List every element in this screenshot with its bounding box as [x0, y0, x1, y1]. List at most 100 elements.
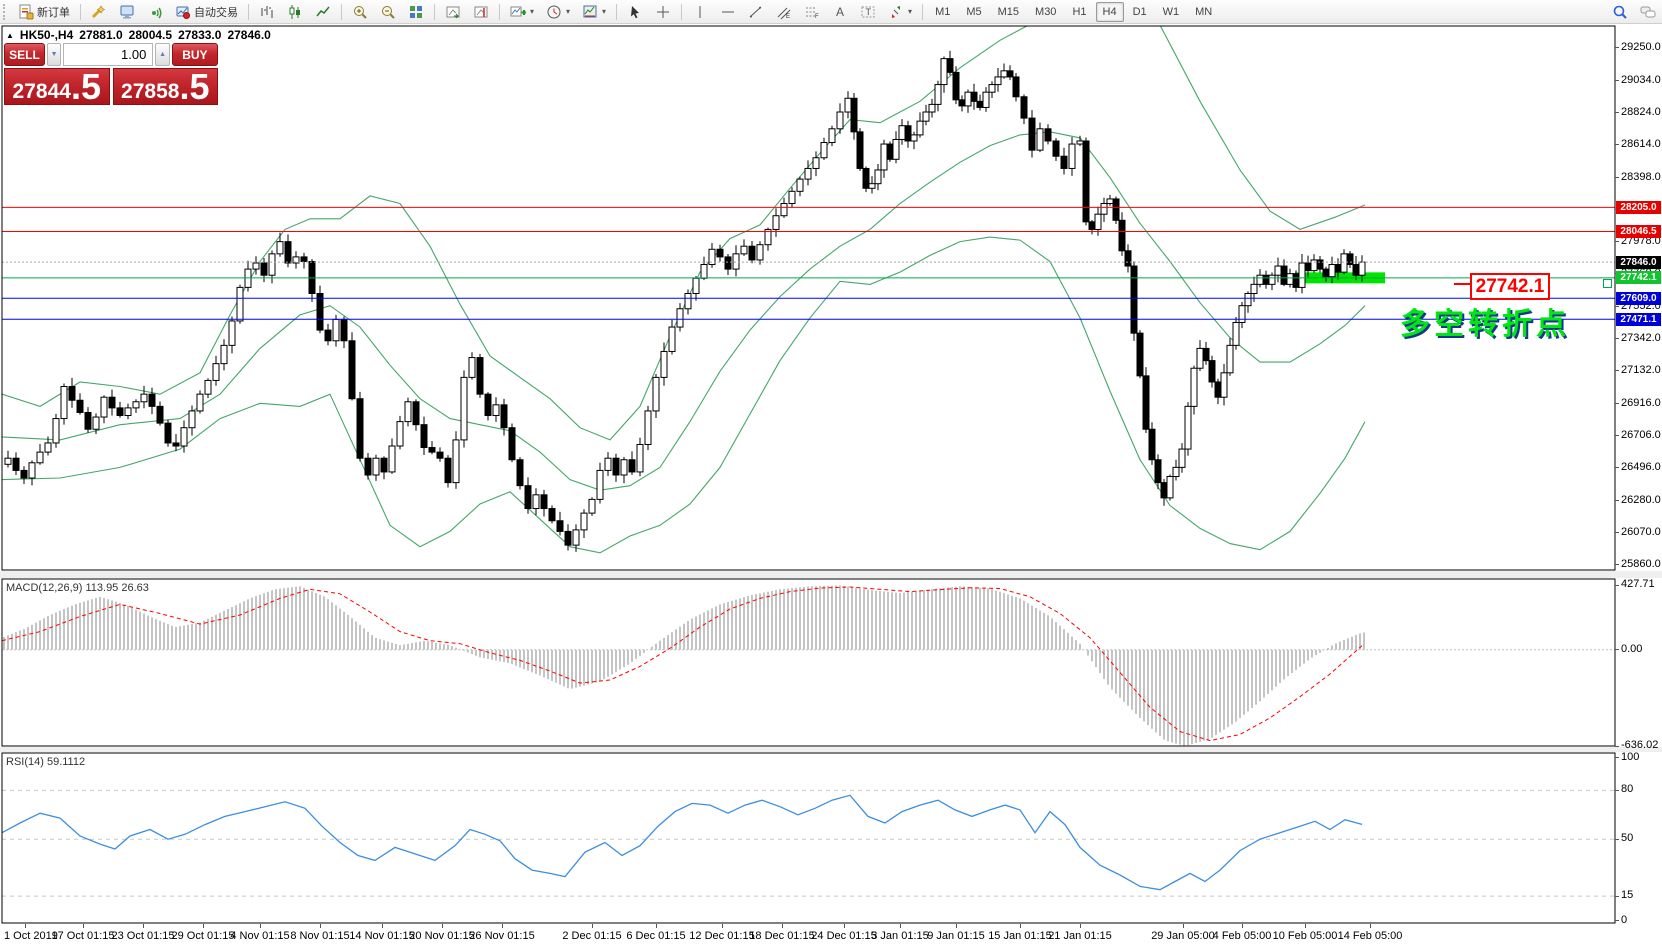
price-axis-label: 100 — [1621, 751, 1639, 763]
candle-body — [261, 263, 267, 275]
candle-body — [629, 460, 635, 472]
level-price-tag: 28046.5 — [1616, 225, 1661, 238]
candle-body — [525, 486, 531, 509]
candle-body — [565, 531, 571, 545]
candle-body — [469, 358, 475, 378]
price-axis-label: 15 — [1621, 889, 1633, 901]
candle-body — [37, 452, 43, 463]
chart-canvas[interactable] — [0, 0, 1662, 947]
price-axis-label: 27132.0 — [1621, 364, 1661, 376]
price-axis-label: 26070.0 — [1621, 526, 1661, 538]
rsi-panel[interactable] — [2, 790, 1615, 896]
candle-body — [899, 126, 905, 140]
candle-body — [1281, 266, 1287, 284]
collapse-arrow-icon[interactable]: ▲ — [6, 31, 14, 40]
sell-price-button[interactable]: 27844.5 — [4, 68, 110, 105]
time-axis-tick — [1080, 924, 1081, 928]
candle-body — [29, 463, 35, 478]
candle-body — [69, 387, 75, 401]
candle-body — [1335, 265, 1341, 273]
candle-body — [941, 59, 947, 85]
candle-body — [1209, 361, 1215, 382]
panel-splitter[interactable] — [0, 571, 1662, 578]
mt-terminal-window: 新订单自动交易▾▾▾EFAT▾M1M5M15M30H1H4D1W1MN ▲ HK… — [0, 0, 1662, 947]
candle-body — [935, 85, 941, 105]
candle-body — [1359, 262, 1365, 275]
candle-body — [1029, 118, 1035, 150]
candle-body — [1353, 265, 1359, 276]
candle-body — [1101, 204, 1107, 215]
candle-body — [117, 408, 123, 416]
candle-body — [357, 399, 363, 458]
level-price-tag: 27471.1 — [1616, 313, 1661, 326]
candle-body — [1119, 220, 1125, 251]
axis-tick — [1615, 757, 1619, 758]
candle-body — [797, 179, 803, 191]
candle-body — [317, 294, 323, 331]
candle-body — [269, 254, 275, 275]
macd-signal-line — [2, 587, 1362, 741]
sell-button[interactable]: SELL — [4, 43, 45, 66]
axis-tick — [1615, 241, 1619, 242]
candle-body — [365, 458, 371, 475]
time-axis-label: 3 Jan 01:15 — [871, 930, 929, 942]
price-axis-label: 427.71 — [1621, 578, 1655, 590]
candle-body — [1173, 467, 1179, 476]
candle-body — [229, 321, 235, 345]
candle-body — [717, 249, 723, 257]
one-click-trading-panel: SELL ▼ ▲ BUY 27844.5 27858.5 — [4, 43, 218, 105]
candle-body — [637, 444, 643, 471]
time-axis-tick — [1183, 924, 1184, 928]
candle-body — [453, 440, 459, 483]
candle-body — [1287, 274, 1293, 285]
time-axis-tick — [203, 924, 204, 928]
candle-body — [485, 394, 491, 415]
candle-body — [61, 387, 67, 419]
time-axis-tick — [320, 924, 321, 928]
time-axis-tick — [1242, 924, 1243, 928]
level-line-endpoint[interactable] — [1603, 279, 1612, 288]
candle-body — [1293, 274, 1299, 288]
buy-button[interactable]: BUY — [172, 43, 218, 66]
time-axis-label: 8 Nov 01:15 — [290, 930, 349, 942]
candle-body — [85, 412, 91, 429]
candle-body — [1245, 294, 1251, 306]
candle-body — [701, 265, 707, 279]
candle-body — [781, 204, 787, 216]
volume-increase-button[interactable]: ▲ — [155, 43, 169, 66]
candle-body — [875, 170, 881, 184]
time-axis-tick — [656, 924, 657, 928]
candle-body — [533, 495, 539, 509]
candle-body — [813, 158, 819, 169]
panel-splitter[interactable] — [0, 747, 1662, 752]
candle-body — [181, 428, 187, 446]
time-axis-label: 10 Feb 05:00 — [1273, 930, 1338, 942]
time-axis-label: 17 Oct 01:15 — [52, 930, 115, 942]
bollinger-lower-band — [2, 237, 1365, 553]
candle-body — [389, 446, 395, 472]
candle-body — [53, 419, 59, 443]
candle-body — [541, 495, 547, 509]
candle-body — [893, 139, 899, 159]
volume-decrease-button[interactable]: ▼ — [47, 43, 61, 66]
axis-tick — [1615, 306, 1619, 307]
macd-panel[interactable] — [2, 585, 1615, 745]
candle-body — [805, 168, 811, 179]
turning-point-annotation[interactable]: 多空转折点 — [1400, 299, 1570, 343]
candle-body — [1069, 144, 1075, 168]
axis-tick — [1615, 338, 1619, 339]
ohlc-open: 27881.0 — [79, 28, 122, 42]
volume-input[interactable] — [63, 43, 153, 66]
candle-body — [1251, 284, 1257, 293]
candle-body — [589, 499, 595, 513]
time-axis-label: 14 Nov 01:15 — [349, 930, 414, 942]
candle-body — [477, 358, 483, 395]
time-axis-tick — [844, 924, 845, 928]
buy-price-button[interactable]: 27858.5 — [113, 68, 219, 105]
axis-tick — [1615, 649, 1619, 650]
candle-body — [213, 364, 219, 381]
candle-body — [405, 402, 411, 422]
candle-body — [341, 319, 347, 340]
level-price-annotation[interactable]: 27742.1 — [1470, 273, 1550, 300]
candle-body — [693, 278, 699, 293]
